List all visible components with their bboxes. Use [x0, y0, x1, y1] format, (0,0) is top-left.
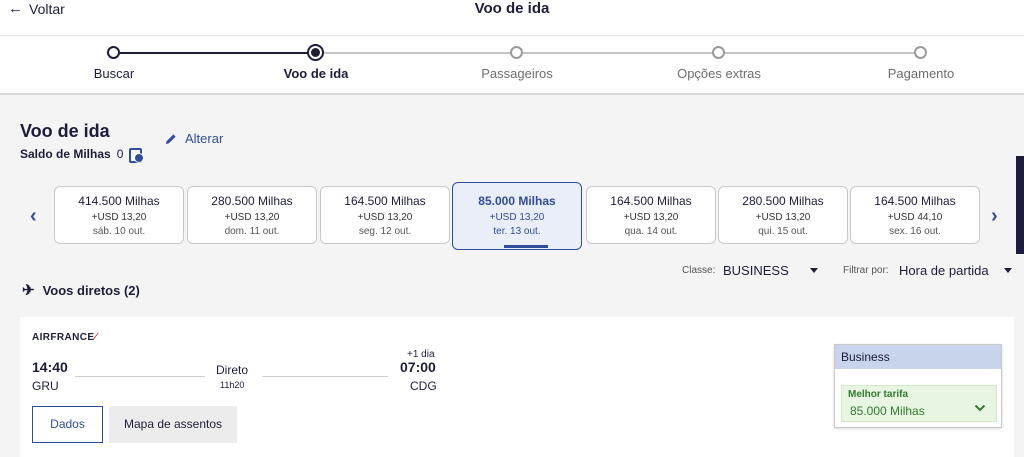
class-filter-label: Classe: — [682, 265, 716, 276]
departure-time: 14:40 — [32, 359, 68, 375]
step-label-opcoes-extras: Opções extras — [677, 66, 761, 81]
arrival-airport: CDG — [410, 379, 437, 393]
date-card-usd: +USD 13,20 — [489, 212, 545, 223]
date-card-date: sáb. 10 out. — [92, 226, 146, 237]
step-dot-opcoes-extras — [712, 46, 725, 59]
flight-details-button[interactable]: Dados — [32, 406, 103, 443]
chevron-down-icon[interactable] — [974, 402, 986, 414]
edit-search-button[interactable]: Alterar — [165, 131, 223, 146]
date-card-miles: 164.500 Milhas — [344, 194, 426, 208]
date-card-usd: +USD 13,20 — [224, 212, 280, 223]
date-card-miles: 414.500 Milhas — [78, 194, 160, 208]
date-card-miles: 280.500 Milhas — [742, 194, 824, 208]
date-card-usd: +USD 44,10 — [887, 212, 943, 223]
date-card-date: seg. 12 out. — [358, 226, 412, 237]
date-card-date: dom. 11 out. — [224, 226, 280, 237]
date-card[interactable]: 164.500 Milhas +USD 44,10 sex. 16 out. — [850, 186, 980, 244]
flight-duration: 11h20 — [220, 380, 245, 390]
date-card[interactable]: 164.500 Milhas +USD 13,20 seg. 12 out. — [320, 186, 450, 244]
direct-flights-heading: ✈ Voos diretos (2) — [22, 281, 140, 299]
step-label-buscar[interactable]: Buscar — [94, 66, 134, 81]
arrival-time: 07:00 — [400, 359, 436, 375]
date-card-miles: 85.000 Milhas — [478, 194, 556, 208]
date-card-miles: 164.500 Milhas — [874, 194, 956, 208]
date-card[interactable]: 164.500 Milhas +USD 13,20 qua. 14 out. — [586, 186, 716, 244]
date-card-miles: 280.500 Milhas — [211, 194, 293, 208]
divider — [0, 35, 1024, 36]
date-card[interactable]: 280.500 Milhas +USD 13,20 qui. 15 out. — [718, 186, 848, 244]
edit-label: Alterar — [185, 131, 224, 146]
route-line-right — [262, 376, 388, 377]
date-card-usd: +USD 13,20 — [755, 212, 811, 223]
stepper-remaining-line — [316, 52, 922, 54]
date-card-date: sex. 16 out. — [889, 226, 941, 237]
header-title: Voo de ida — [474, 0, 550, 17]
seat-map-button[interactable]: Mapa de assentos — [109, 406, 237, 443]
date-card-miles: 164.500 Milhas — [610, 194, 692, 208]
page-title: Voo de ida — [20, 121, 110, 141]
date-card-date: qua. 14 out. — [624, 226, 678, 237]
fare-cabin: Business — [835, 345, 1001, 369]
miles-balance-label: Saldo de Milhas — [20, 147, 111, 161]
miles-balance-value: 0 — [116, 147, 124, 161]
next-dates-chevron-right-icon[interactable]: › — [991, 206, 1005, 226]
airplane-icon: ✈ — [22, 282, 35, 299]
date-card-date: ter. 13 out. — [493, 226, 541, 237]
date-card-usd: +USD 13,20 — [623, 212, 679, 223]
date-card-usd: +USD 13,20 — [357, 212, 413, 223]
sort-select[interactable]: Hora de partida — [899, 263, 989, 278]
pencil-icon — [166, 133, 176, 144]
step-dot-passageiros — [510, 46, 523, 59]
top-bar: ← Voltar Voo de ida Buscar Voo de ida Pa… — [0, 0, 1024, 95]
miles-balance: Saldo de Milhas 0 — [20, 147, 145, 163]
step-label-pagamento: Pagamento — [887, 66, 955, 81]
date-card-date: qui. 15 out. — [758, 226, 808, 237]
fare-box: Business Melhor tarifa 85.000 Milhas — [834, 344, 1002, 428]
stop-label: Direto — [216, 363, 249, 377]
step-label-voo-de-ida: Voo de ida — [283, 66, 349, 81]
prev-dates-chevron-left-icon[interactable]: ‹ — [30, 206, 44, 226]
direct-flights-label: Voos diretos (2) — [42, 282, 140, 298]
step-label-passageiros: Passageiros — [481, 66, 553, 81]
step-dot-voo-de-ida — [307, 44, 324, 61]
best-fare-option[interactable]: Melhor tarifa 85.000 Milhas — [841, 385, 997, 422]
sort-dropdown-caret-icon[interactable] — [1004, 268, 1012, 273]
class-select[interactable]: BUSINESS — [723, 263, 789, 278]
date-card-selected[interactable]: 85.000 Milhas +USD 13,20 ter. 13 out. — [452, 182, 582, 250]
sort-filter-label: Filtrar por: — [843, 265, 889, 276]
airline-logo: AIRFRANCE⁄ — [32, 332, 97, 343]
class-dropdown-caret-icon[interactable] — [810, 268, 818, 273]
best-fare-label: Melhor tarifa — [848, 389, 909, 400]
miles-wallet-icon — [129, 147, 145, 163]
date-card[interactable]: 414.500 Milhas +USD 13,20 sáb. 10 out. — [54, 186, 184, 244]
route-line-left — [75, 376, 205, 377]
best-fare-miles: 85.000 Milhas — [850, 404, 925, 418]
scrollbar-thumb[interactable] — [1016, 156, 1024, 254]
selected-indicator — [504, 245, 548, 248]
step-dot-buscar[interactable] — [107, 46, 120, 59]
date-card[interactable]: 280.500 Milhas +USD 13,20 dom. 11 out. — [187, 186, 317, 244]
step-dot-pagamento — [914, 46, 927, 59]
date-card-usd: +USD 13,20 — [91, 212, 147, 223]
departure-airport: GRU — [32, 379, 59, 393]
stepper-progress-line — [114, 52, 316, 54]
